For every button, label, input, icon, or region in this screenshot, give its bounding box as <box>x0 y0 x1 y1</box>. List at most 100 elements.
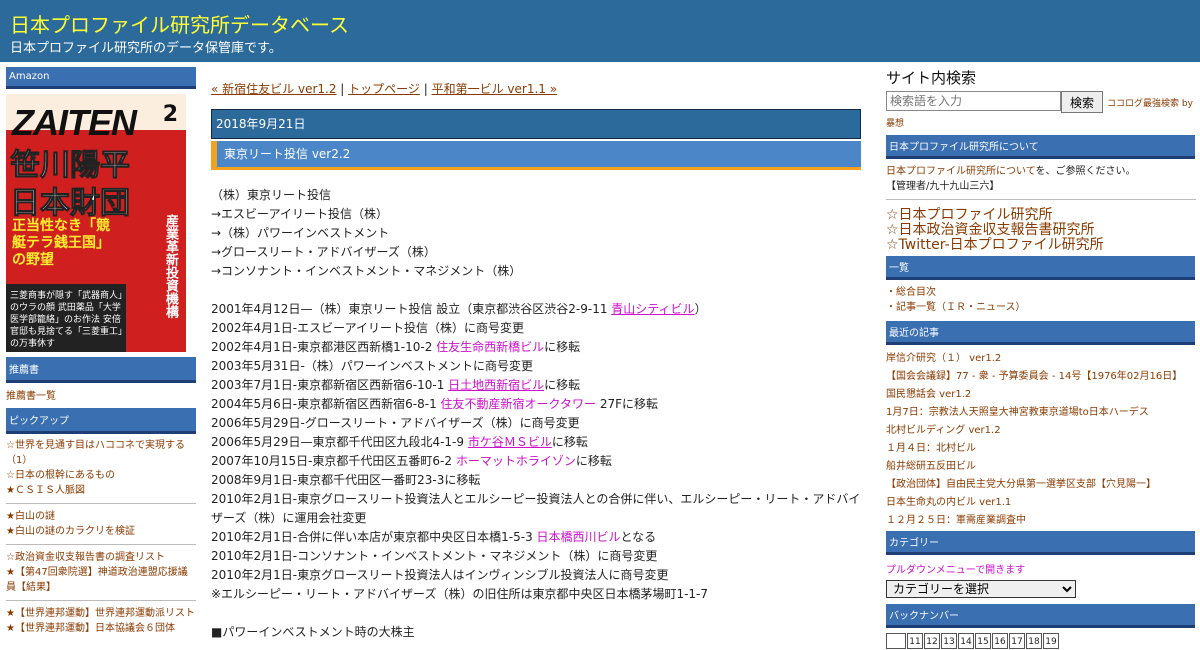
recent-post-link[interactable]: 【政治団体】自由民主党大分県第一選挙区支部【穴見陽一】 <box>886 476 1196 494</box>
divider <box>6 503 196 504</box>
divider <box>886 199 1196 200</box>
history-line: ※エルシーピー・リート・アドバイザーズ（株）の旧住所は東京都中央区日本橋茅場町1… <box>211 587 709 601</box>
recent-post-link[interactable]: 1月7日：宗教法人天照皇大神宮教東京道場to日本ハーデス <box>886 404 1196 422</box>
search-provider-author[interactable]: 暴想 <box>886 116 1196 129</box>
history-line: 2003年5月31日-（株）パワーインベストメントに商号変更 <box>211 359 534 373</box>
pickup-link[interactable]: ★ＣＳＩＳ人脈図 <box>6 483 196 498</box>
search-form: 検索 ココログ最強検索 by <box>886 91 1196 115</box>
backnumber-heading: バックナンバー <box>886 604 1195 628</box>
calendar-day[interactable]: 19 <box>1043 633 1059 649</box>
article-list-link[interactable]: ・記事一覧（ＩＲ・ニュース） <box>886 300 1196 315</box>
section-heading: ■パワーインベストメント時の大株主 <box>211 625 415 639</box>
list-links: ・総合目次 ・記事一覧（ＩＲ・ニュース） <box>886 285 1196 315</box>
calendar-day[interactable]: 17 <box>1009 633 1025 649</box>
calendar-day[interactable]: 15 <box>975 633 991 649</box>
recent-post-link[interactable]: １月４日：北村ビル <box>886 440 1196 458</box>
pickup-link[interactable]: ★白山の謎 <box>6 509 196 524</box>
recent-heading: 最近の記事 <box>886 321 1195 345</box>
company-name: →エスビーアイリート投信（株） <box>211 207 388 221</box>
pickup-link[interactable]: ★【第47回衆院選】神道政治連盟応援議員【結果】 <box>6 565 196 595</box>
building-link[interactable]: 住友不動産新宿オークタワー <box>441 397 597 411</box>
history-line: 2003年7月1日-東京都新宿区西新宿6-10-1 日土地西新宿ビルに移転 <box>211 376 861 395</box>
pickup-group-2: ★白山の謎 ★白山の謎のカラクリを検証 <box>6 509 196 539</box>
calendar-day[interactable]: 14 <box>958 633 974 649</box>
building-link[interactable]: 日土地西新宿ビル <box>448 378 544 392</box>
amazon-heading: Amazon <box>6 67 196 89</box>
calendar-blank-cell <box>886 633 906 649</box>
calendar-day[interactable]: 18 <box>1026 633 1042 649</box>
recent-post-link[interactable]: 船井総研五反田ビル <box>886 458 1196 476</box>
recent-post-link[interactable]: 国民懇話会 ver1.2 <box>886 386 1196 404</box>
history-line: 2010年2月1日-合併に伴い本店が東京都中央区日本橋1-5-3 日本橋西川ビル… <box>211 528 861 547</box>
pickup-link[interactable]: ☆日本の根幹にあるもの <box>6 468 196 483</box>
site-description: 日本プロファイル研究所のデータ保管庫です。 <box>10 41 282 56</box>
pickup-link[interactable]: ☆世界を見通す目はハココネで実現する（1） <box>6 438 196 468</box>
post-navigation: « 新宿住友ビル ver1.2 | トップページ | 平和第一ビル ver1.1… <box>211 80 861 98</box>
external-link[interactable]: ☆日本プロファイル研究所 <box>886 208 1196 223</box>
pickup-link[interactable]: ☆政治資金収支報告書の調査リスト <box>6 550 196 565</box>
about-link[interactable]: 日本プロファイル研究所について <box>886 166 1036 177</box>
building-link[interactable]: ホーマットホライゾン <box>456 454 576 468</box>
history-text: 2006年5月29日—東京都千代田区九段北4-1-9 <box>211 435 468 449</box>
history-line: 2001年4月12日—（株）東京リート投信 設立（東京都渋谷区渋谷2-9-11 … <box>211 300 861 319</box>
pickup-link[interactable]: ★白山の謎のカラクリを検証 <box>6 524 196 539</box>
top-page-link[interactable]: トップページ <box>348 82 420 96</box>
building-link[interactable]: 市ケ谷ＭＳビル <box>468 435 552 449</box>
category-select[interactable]: カテゴリーを選択 <box>886 580 1076 598</box>
search-input[interactable] <box>886 91 1061 111</box>
history-line: 2010年2月1日-東京グロースリート投資法人はインヴィンシブル投資法人に商号変… <box>211 568 669 582</box>
calendar-day[interactable]: 11 <box>907 633 923 649</box>
about-heading: 日本プロファイル研究所について <box>886 135 1195 159</box>
company-name: →（株）パワーインベストメント <box>211 226 390 240</box>
building-link[interactable]: 日本橋西川ビル <box>537 530 621 544</box>
search-provider-note: ココログ最強検索 by <box>1107 96 1193 109</box>
about-text: 日本プロファイル研究所についてを、ご参照ください。 【管理者/九十九山三六】 <box>886 164 1196 194</box>
pickup-heading: ピックアップ <box>6 408 196 434</box>
prev-post-link[interactable]: « 新宿住友ビル ver1.2 <box>211 82 336 96</box>
external-link[interactable]: ☆日本政治資金収支報告書研究所 <box>886 223 1196 238</box>
recommend-heading: 推薦書 <box>6 357 196 383</box>
site-title[interactable]: 日本プロファイル研究所データベース <box>10 9 349 38</box>
search-button[interactable]: 検索 <box>1061 91 1103 113</box>
nav-separator: | <box>336 82 349 96</box>
recent-post-link[interactable]: １２月２５日：軍需産業調査中 <box>886 512 1196 530</box>
cover-box-text: 三菱商事が隠す「武器商人」のウラの顔 武田薬品「大学医学部籠絡」のお作法 安倍官… <box>10 291 123 349</box>
company-name: →グロースリート・アドバイザーズ（株） <box>211 245 436 259</box>
pickup-group-3: ☆政治資金収支報告書の調査リスト ★【第47回衆院選】神道政治連盟応援議員【結果… <box>6 550 196 595</box>
pickup-group-4: ★【世界連邦運動】世界連邦運動派リスト ★【世界連邦運動】日本協議会６団体 <box>6 606 196 636</box>
company-name: （株）東京リート投信 <box>211 188 332 202</box>
cover-subheadline: 正当性なき「競艇テラ銭王国」の野望 <box>12 218 110 268</box>
right-sidebar: サイト内検索 検索 ココログ最強検索 by 暴想 日本プロファイル研究所について… <box>886 67 1196 649</box>
calendar-day[interactable]: 16 <box>992 633 1008 649</box>
left-sidebar: Amazon ZAITEN 2 笹川陽平 日本財団 正当性なき「競艇テラ銭王国」… <box>6 67 196 636</box>
history-text: 2002年4月1日-東京都港区西新橋1-10-2 <box>211 340 437 354</box>
history-text: 2001年4月12日—（株）東京リート投信 設立（東京都渋谷区渋谷2-9-11 <box>211 302 612 316</box>
recent-post-link[interactable]: 日本生命丸の内ビル ver1.1 <box>886 494 1196 512</box>
building-link[interactable]: 青山シティビル <box>611 302 694 316</box>
pickup-link[interactable]: ★【世界連邦運動】世界連邦運動派リスト <box>6 606 196 621</box>
external-links: ☆日本プロファイル研究所 ☆日本政治資金収支報告書研究所 ☆Twitter-日本… <box>886 208 1196 253</box>
recent-post-link[interactable]: 岸信介研究（１） ver1.2 <box>886 350 1196 368</box>
pickup-link[interactable]: ★【世界連邦運動】日本協議会６団体 <box>6 621 196 636</box>
history-text: となる <box>620 530 657 544</box>
recommend-list-link[interactable]: 推薦書一覧 <box>6 389 196 404</box>
history-text: ） <box>694 302 707 316</box>
cover-box: 三菱商事が隠す「武器商人」のウラの顔 武田薬品「大学医学部籠絡」のお作法 安倍官… <box>6 284 126 352</box>
next-post-link[interactable]: 平和第一ビル ver1.1 » <box>432 82 557 96</box>
building-link[interactable]: 住友生命西新橋ビル <box>436 340 544 354</box>
calendar-day[interactable]: 12 <box>924 633 940 649</box>
history-line: 2004年5月6日-東京都新宿区西新宿6-8-1 住友不動産新宿オークタワー 2… <box>211 395 861 414</box>
post-title[interactable]: 東京リート投信 ver2.2 <box>211 141 861 170</box>
history-line: 2007年10月15日-東京都千代田区五番町6-2 ホーマットホライゾンに移転 <box>211 452 861 471</box>
external-link[interactable]: ☆Twitter-日本プロファイル研究所 <box>886 238 1196 253</box>
history-line: 2010年2月1日-コンソナント・インベストメント・マネジメント（株）に商号変更 <box>211 549 658 563</box>
search-provider-link[interactable]: ココログ最強検索 by <box>1107 99 1193 109</box>
recent-post-link[interactable]: 北村ビルディング ver1.2 <box>886 422 1196 440</box>
calendar-day[interactable]: 13 <box>941 633 957 649</box>
recent-post-link[interactable]: 【国会会議録】77 - 衆 - 予算委員会 - 14号【1976年02月16日】 <box>886 368 1196 386</box>
amazon-book-cover-image[interactable]: ZAITEN 2 笹川陽平 日本財団 正当性なき「競艇テラ銭王国」の野望 産業革… <box>6 94 186 352</box>
history-text: に移転 <box>544 378 581 392</box>
index-link[interactable]: ・総合目次 <box>886 285 1196 300</box>
